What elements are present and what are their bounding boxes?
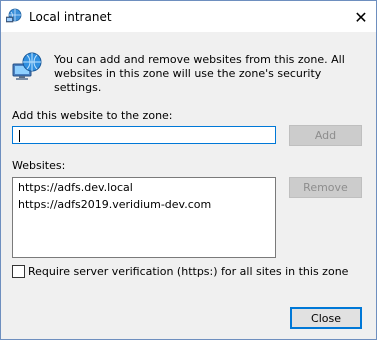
dialog-footer: Close (1, 296, 376, 339)
close-button[interactable]: Close (290, 307, 362, 329)
window-title: Local intranet (29, 10, 112, 24)
local-intranet-dialog: Local intranet ✕ You can add and remove … (0, 0, 377, 340)
websites-label: Websites: (12, 159, 66, 172)
text-caret (19, 130, 20, 142)
websites-list[interactable]: https://adfs.dev.local https://adfs2019.… (12, 177, 276, 258)
globe-network-icon (5, 8, 22, 24)
list-item[interactable]: https://adfs2019.veridium-dev.com (18, 196, 270, 213)
list-item[interactable]: https://adfs.dev.local (18, 179, 270, 196)
add-website-input[interactable] (12, 126, 276, 144)
require-verification-label[interactable]: Require server verification (https:) for… (28, 265, 348, 278)
require-verification-checkbox[interactable] (12, 265, 25, 278)
title-bar[interactable]: Local intranet ✕ (1, 1, 376, 32)
close-icon[interactable]: ✕ (347, 6, 375, 28)
network-computer-globe-icon (11, 50, 43, 82)
remove-button[interactable]: Remove (289, 177, 362, 198)
add-button[interactable]: Add (289, 125, 362, 146)
add-website-label: Add this website to the zone: (12, 109, 173, 122)
zone-info-text: You can add and remove websites from thi… (54, 53, 345, 94)
